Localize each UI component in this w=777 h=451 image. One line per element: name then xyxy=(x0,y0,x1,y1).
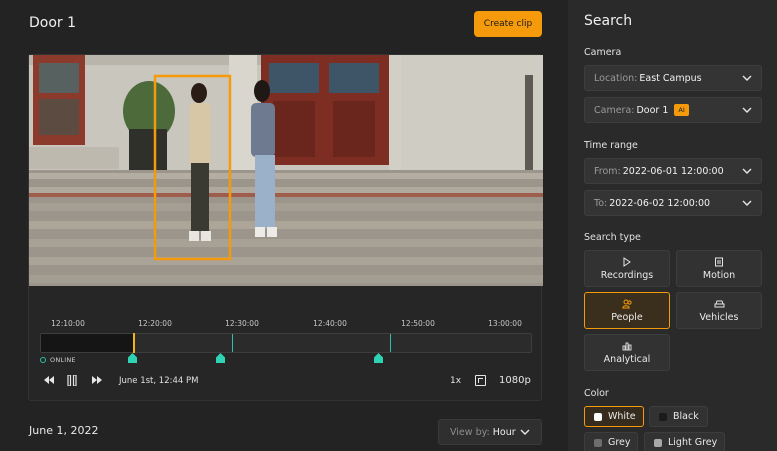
search-type-label-text: Recordings xyxy=(600,269,654,281)
chevron-down-icon xyxy=(742,198,752,207)
from-value: 2022-06-01 12:00:00 xyxy=(622,165,724,177)
search-type-label-text: Vehicles xyxy=(699,311,739,323)
recorded-segment xyxy=(41,334,133,352)
chevron-down-icon xyxy=(742,166,752,175)
car-icon xyxy=(714,300,724,307)
search-type-label-text: People xyxy=(611,311,643,323)
camera-value: Door 1 xyxy=(636,104,669,116)
pause-icon[interactable] xyxy=(67,374,77,389)
analytics-icon xyxy=(622,342,632,350)
status-dot-icon xyxy=(40,357,46,363)
search-type-analytical[interactable]: Analytical xyxy=(584,334,670,371)
timeline-tick: 12:50:00 xyxy=(401,319,435,328)
playback-speed[interactable]: 1x xyxy=(450,376,461,386)
event-marker[interactable] xyxy=(128,353,137,363)
location-dropdown[interactable]: Location: East Campus xyxy=(584,65,762,91)
to-prefix: To: xyxy=(594,197,608,209)
color-swatch xyxy=(654,438,662,447)
view-by-label: View by: xyxy=(450,426,490,438)
camera-dropdown[interactable]: Camera: Door 1 AI xyxy=(584,97,762,123)
create-clip-button[interactable]: Create clip xyxy=(474,11,542,37)
location-value: East Campus xyxy=(639,72,702,84)
search-panel: Search Camera Location: East Campus Came… xyxy=(568,0,777,451)
search-type-label: Search type xyxy=(584,232,641,243)
video-player: 12:10:00 12:20:00 12:30:00 12:40:00 12:5… xyxy=(28,54,543,401)
color-chip-label: Black xyxy=(673,411,699,422)
page-title: Door 1 xyxy=(29,15,77,31)
event-marker[interactable] xyxy=(374,353,383,363)
connection-status: ONLINE xyxy=(40,356,76,364)
color-chip-black[interactable]: Black xyxy=(649,406,708,427)
search-type-people[interactable]: People xyxy=(584,292,670,329)
color-chip-light-grey[interactable]: Light Grey xyxy=(644,432,725,451)
search-type-label-text: Analytical xyxy=(603,353,651,365)
from-date-dropdown[interactable]: From: 2022-06-01 12:00:00 xyxy=(584,158,762,184)
color-chip-label: Grey xyxy=(608,437,631,448)
chevron-down-icon xyxy=(742,105,752,114)
timeline-tick: 12:10:00 xyxy=(51,319,85,328)
from-prefix: From: xyxy=(594,165,621,177)
people-icon xyxy=(621,299,632,308)
time-range-label: Time range xyxy=(584,140,638,151)
to-date-dropdown[interactable]: To: 2022-06-02 12:00:00 xyxy=(584,190,762,216)
camera-feed-image xyxy=(29,55,543,286)
camera-section-label: Camera xyxy=(584,47,622,58)
event-line xyxy=(232,334,233,352)
timeline-track[interactable] xyxy=(40,333,532,353)
color-chip-label: Light Grey xyxy=(668,437,718,448)
rewind-icon[interactable] xyxy=(44,375,54,388)
timeline-tick: 12:40:00 xyxy=(313,319,347,328)
video-panel: Door 1 Create clip 12:10:00 12:20:00 12:… xyxy=(0,0,568,451)
search-type-recordings[interactable]: Recordings xyxy=(584,250,670,287)
playback-timestamp: June 1st, 12:44 PM xyxy=(119,376,199,386)
timeline-tick: 12:30:00 xyxy=(225,319,259,328)
color-chip-grey[interactable]: Grey xyxy=(584,432,638,451)
color-chip-white[interactable]: White xyxy=(584,406,644,427)
color-chip-label: White xyxy=(608,411,636,422)
to-value: 2022-06-02 12:00:00 xyxy=(609,197,711,209)
video-quality[interactable]: 1080p xyxy=(499,375,531,386)
timeline-tick: 12:20:00 xyxy=(138,319,172,328)
color-swatch xyxy=(594,412,602,421)
status-label: ONLINE xyxy=(50,356,76,364)
timeline-playhead[interactable] xyxy=(133,333,135,353)
color-section-label: Color xyxy=(584,388,609,399)
color-swatch xyxy=(594,438,602,447)
ai-badge: AI xyxy=(674,104,689,116)
timeline-tick: 13:00:00 xyxy=(488,319,522,328)
location-prefix: Location: xyxy=(594,72,638,84)
fast-forward-icon[interactable] xyxy=(92,375,102,388)
fullscreen-icon[interactable] xyxy=(475,375,486,386)
search-title: Search xyxy=(584,13,633,29)
view-by-select[interactable]: View by: Hour xyxy=(438,419,542,445)
color-swatch xyxy=(659,412,667,421)
camera-prefix: Camera: xyxy=(594,104,635,116)
search-type-label-text: Motion xyxy=(702,269,736,281)
date-heading: June 1, 2022 xyxy=(29,424,99,437)
motion-icon xyxy=(715,257,723,266)
chevron-down-icon xyxy=(742,73,752,82)
play-icon xyxy=(623,256,631,267)
camera-feed[interactable] xyxy=(29,55,543,286)
search-type-motion[interactable]: Motion xyxy=(676,250,762,287)
search-type-vehicles[interactable]: Vehicles xyxy=(676,292,762,329)
view-by-value: Hour xyxy=(492,426,516,438)
chevron-down-icon xyxy=(520,427,530,436)
event-marker[interactable] xyxy=(216,353,225,363)
event-line xyxy=(390,334,391,352)
